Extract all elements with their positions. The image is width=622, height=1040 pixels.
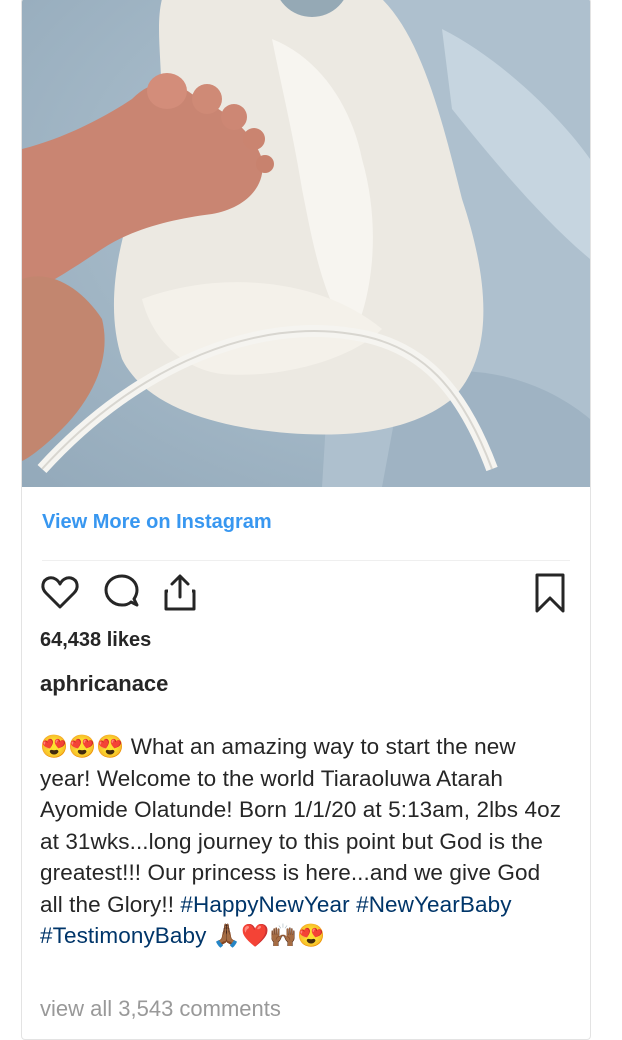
share-icon[interactable] [158, 571, 202, 615]
post-photo[interactable] [22, 0, 590, 487]
instagram-embed-card: View More on Instagram 64,438 likes aphr… [21, 0, 591, 1040]
caption-emoji: 🙏🏾❤️🙌🏾😍 [206, 923, 326, 948]
heart-icon[interactable] [38, 571, 82, 615]
post-caption: 😍😍😍 What an amazing way to start the new… [40, 731, 565, 952]
post-actions [38, 571, 572, 617]
bookmark-icon[interactable] [528, 571, 572, 615]
hashtag-link[interactable]: #TestimonyBaby [40, 923, 206, 948]
post-username[interactable]: aphricanace [40, 671, 168, 697]
likes-count[interactable]: 64,438 likes [40, 629, 151, 652]
divider [42, 560, 570, 561]
baby-photo-illustration [22, 0, 590, 487]
hashtag-link[interactable]: #NewYearBaby [356, 892, 511, 917]
comment-icon[interactable] [100, 571, 144, 615]
view-all-comments-link[interactable]: view all 3,543 comments [40, 996, 281, 1022]
hashtag-link[interactable]: #HappyNewYear [180, 892, 349, 917]
view-more-on-instagram-link[interactable]: View More on Instagram [42, 511, 272, 534]
caption-text: What an amazing way to start the new yea… [40, 734, 562, 917]
caption-emoji: 😍😍😍 [40, 734, 125, 759]
